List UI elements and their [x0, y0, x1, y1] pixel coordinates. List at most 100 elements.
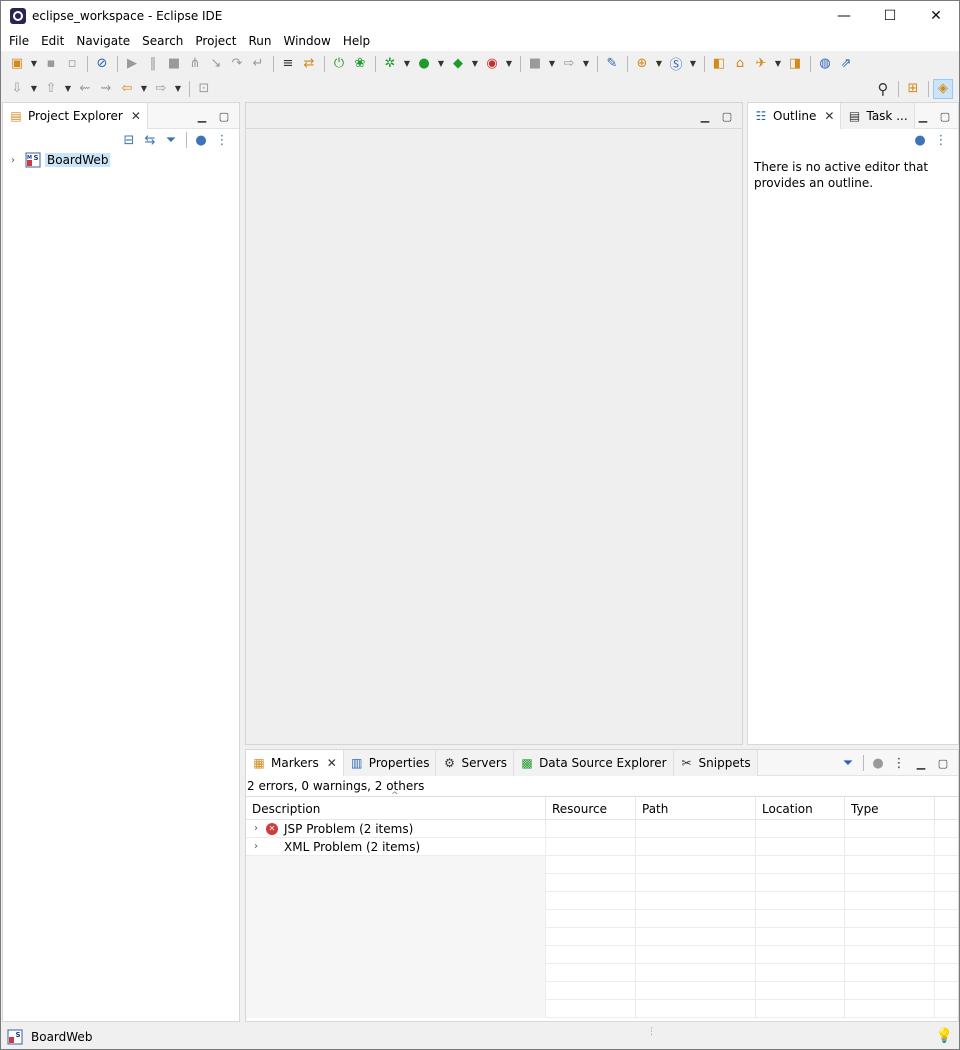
open-perspective-icon[interactable]: ⊞ [903, 79, 923, 99]
menu-project[interactable]: Project [189, 31, 242, 51]
tab-data-source-explorer[interactable]: ▩ Data Source Explorer [514, 749, 674, 776]
menu-file[interactable]: File [3, 31, 35, 51]
annotation-icon[interactable]: ⇩ [7, 79, 27, 99]
new-icon[interactable]: ▣ [7, 54, 27, 74]
tab-project-explorer[interactable]: ▤ Project Explorer ✕ [3, 102, 148, 129]
menu-search[interactable]: Search [136, 31, 189, 51]
save-icon[interactable]: ▪ [41, 54, 61, 74]
save-all-icon[interactable]: ▫ [62, 54, 82, 74]
step-over-icon[interactable]: ↷ [227, 54, 247, 74]
close-icon[interactable]: ✕ [131, 109, 141, 123]
open-type-icon[interactable]: ◧ [709, 54, 729, 74]
view-menu-icon[interactable]: ⋮ [212, 130, 232, 150]
view-menu-icon[interactable]: ⋮ [889, 753, 909, 773]
step-into-icon[interactable]: ↘ [206, 54, 226, 74]
expand-chevron-icon[interactable]: › [254, 838, 266, 856]
table-row[interactable]: › XML Problem (2 items) [246, 838, 958, 856]
minimize-view-icon[interactable]: ▁ [912, 105, 934, 127]
web-browser-icon[interactable]: ◍ [815, 54, 835, 74]
back-dropdown-icon[interactable]: ▼ [138, 79, 150, 99]
tree-item-boardweb[interactable]: › S M BoardWeb [3, 151, 239, 169]
minimize-button[interactable]: — [821, 1, 867, 31]
close-icon[interactable]: ✕ [824, 109, 834, 123]
collapse-all-icon[interactable]: ⊟ [119, 130, 139, 150]
prev-annotation-dropdown-icon[interactable]: ▼ [62, 79, 74, 99]
tab-servers[interactable]: ⚙ Servers [436, 749, 515, 776]
lightbulb-icon[interactable]: 💡 [936, 1028, 953, 1044]
maximize-view-icon[interactable]: ▢ [716, 105, 738, 127]
open-folder-icon[interactable]: ⌂ [730, 54, 750, 74]
java-ee-perspective-icon[interactable]: ◈ [933, 78, 953, 99]
open-task-dropdown-icon[interactable]: ▼ [772, 54, 784, 74]
table-row[interactable]: › ✕ JSP Problem (2 items) [246, 820, 958, 838]
debug-icon[interactable]: ✲ [380, 54, 400, 74]
step-return-icon[interactable]: ↵ [248, 54, 268, 74]
new-service-dropdown-icon[interactable]: ▼ [687, 54, 699, 74]
disconnect-icon[interactable]: ⋔ [185, 54, 205, 74]
deploy-icon[interactable]: ⇨ [559, 54, 579, 74]
back-icon[interactable]: ⇦ [117, 79, 137, 99]
open-task-icon[interactable]: ✈ [751, 54, 771, 74]
focus-on-task-icon[interactable]: ● [910, 130, 930, 150]
view-menu-icon[interactable]: ⋮ [931, 130, 951, 150]
menu-navigate[interactable]: Navigate [70, 31, 136, 51]
column-location[interactable]: Location [756, 797, 845, 821]
column-path[interactable]: Path [636, 797, 756, 821]
menu-window[interactable]: Window [277, 31, 336, 51]
stop-server-icon[interactable]: ■ [525, 54, 545, 74]
column-resource[interactable]: Resource [546, 797, 636, 821]
maximize-view-icon[interactable]: ▢ [213, 105, 235, 127]
filter-icon[interactable]: ⏷ [161, 130, 181, 150]
deploy-dropdown-icon[interactable]: ▼ [580, 54, 592, 74]
stop-server-dropdown-icon[interactable]: ▼ [546, 54, 558, 74]
new-dropdown-icon[interactable]: ▼ [28, 54, 40, 74]
external-tools-dropdown-icon[interactable]: ▼ [503, 54, 515, 74]
spring-icon[interactable]: ❀ [350, 54, 370, 74]
open-file-icon[interactable]: ◨ [785, 54, 805, 74]
column-description[interactable]: ^ Description [246, 791, 546, 821]
tab-snippets[interactable]: ✂ Snippets [673, 749, 758, 776]
menu-edit[interactable]: Edit [35, 31, 70, 51]
toggle-breakpoint-icon[interactable]: ⇄ [299, 54, 319, 74]
tab-task-list[interactable]: ▤ Task ... [841, 102, 915, 129]
resume-icon[interactable]: ▶ [122, 54, 142, 74]
filter-icon[interactable]: ⏷ [838, 753, 858, 773]
column-type[interactable]: Type [845, 797, 935, 821]
debug-dropdown-icon[interactable]: ▼ [401, 54, 413, 74]
external-tools-icon[interactable]: ◉ [482, 54, 502, 74]
menu-run[interactable]: Run [242, 31, 277, 51]
run-last-tool-icon[interactable]: ⇗ [836, 54, 856, 74]
coverage-dropdown-icon[interactable]: ▼ [469, 54, 481, 74]
prev-annotation-icon[interactable]: ⇧ [41, 79, 61, 99]
new-package-dropdown-icon[interactable]: ▼ [653, 54, 665, 74]
tab-markers[interactable]: ▦ Markers ✕ [246, 749, 344, 776]
forward-dropdown-icon[interactable]: ▼ [172, 79, 184, 99]
expand-chevron-icon[interactable]: › [254, 820, 266, 838]
maximize-view-icon[interactable]: ▢ [934, 105, 956, 127]
spring-boot-icon[interactable]: ⏻ [329, 54, 349, 74]
terminate-icon[interactable]: ■ [164, 54, 184, 74]
run-icon[interactable]: ● [414, 54, 434, 74]
minimize-view-icon[interactable]: ▁ [191, 105, 213, 127]
new-package-icon[interactable]: ⊕ [632, 54, 652, 74]
tab-outline[interactable]: ☷ Outline ✕ [748, 102, 842, 129]
minimize-view-icon[interactable]: ▁ [694, 105, 716, 127]
use-step-filters-icon[interactable]: ≡ [278, 54, 298, 74]
coverage-icon[interactable]: ◆ [448, 54, 468, 74]
expand-chevron-icon[interactable]: › [11, 155, 23, 166]
maximize-button[interactable]: ☐ [867, 1, 913, 31]
new-service-icon[interactable]: Ⓢ [666, 54, 686, 74]
link-with-editor-icon[interactable]: ⇆ [140, 130, 160, 150]
pin-editor-icon[interactable]: ⊡ [194, 79, 214, 99]
suspend-icon[interactable]: ‖ [143, 54, 163, 74]
search-icon[interactable]: ⚲ [873, 79, 893, 99]
forward-icon[interactable]: ⇨ [151, 79, 171, 99]
close-button[interactable]: ✕ [913, 1, 959, 31]
maximize-view-icon[interactable]: ▢ [932, 752, 954, 774]
focus-on-task-icon[interactable]: ● [868, 753, 888, 773]
tab-properties[interactable]: ▥ Properties [343, 749, 437, 776]
run-dropdown-icon[interactable]: ▼ [435, 54, 447, 74]
close-icon[interactable]: ✕ [327, 756, 337, 770]
annotation-dropdown-icon[interactable]: ▼ [28, 79, 40, 99]
new-java-class-icon[interactable]: ✎ [602, 54, 622, 74]
